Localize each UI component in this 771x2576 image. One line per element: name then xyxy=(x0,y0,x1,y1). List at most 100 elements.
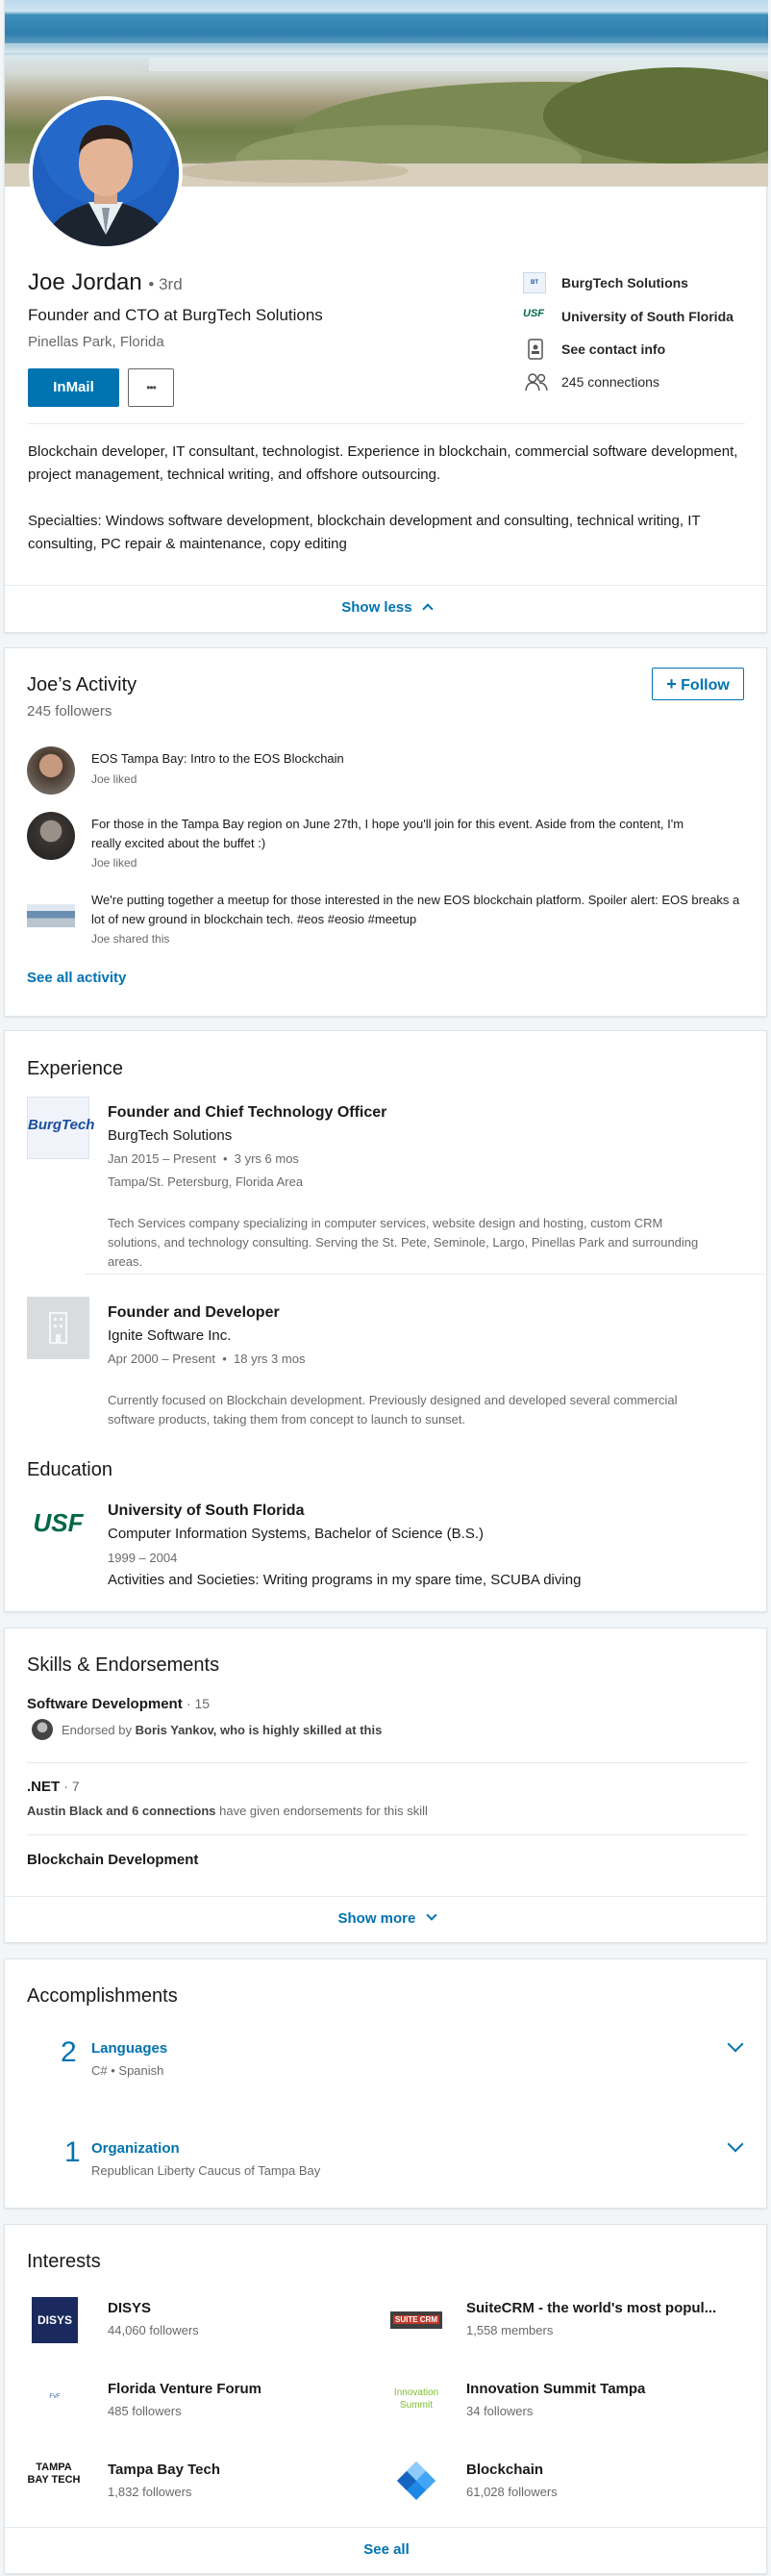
chevron-up-icon xyxy=(422,603,434,615)
burgtech-logo-icon: BT xyxy=(523,272,546,293)
activity-text: For those in the Tampa Bay region on Jun… xyxy=(91,817,684,850)
interest-followers: 485 followers xyxy=(108,2404,182,2418)
show-less-label: Show less xyxy=(341,599,412,616)
job-description: Currently focused on Blockchain developm… xyxy=(108,1393,678,1427)
skill-name: Software Development · 15 xyxy=(27,1696,210,1712)
job-dates: Apr 2000 – Present • 18 yrs 3 mos xyxy=(108,1351,306,1366)
accomplishment-languages[interactable]: 2 Languages C# • Spanish xyxy=(27,2034,748,2102)
interest-item[interactable]: TAMPA BAY TECH Tampa Bay Tech 1,832 foll… xyxy=(27,2454,373,2508)
usf-logo-icon: USF xyxy=(523,308,544,319)
activity-card: Joe’s Activity 245 followers + Follow EO… xyxy=(4,647,767,1017)
interest-followers: 1,558 members xyxy=(466,2323,554,2337)
skill-item[interactable]: .NET · 7 Austin Black and 6 connections … xyxy=(27,1779,748,1827)
interest-name: SuiteCRM - the world's most popul... xyxy=(466,2300,717,2316)
about-paragraph-1: Blockchain developer, IT consultant, tec… xyxy=(28,443,738,483)
experience-title: Experience xyxy=(27,1058,124,1079)
interests-title: Interests xyxy=(27,2251,101,2272)
follow-button[interactable]: + Follow xyxy=(652,668,744,700)
experience-item[interactable]: Founder and Developer Ignite Software In… xyxy=(27,1297,748,1451)
interest-name: Florida Venture Forum xyxy=(108,2381,262,2397)
activity-meta: Joe shared this xyxy=(91,932,170,946)
education-school: University of South Florida xyxy=(108,1503,305,1519)
interest-item[interactable]: DISYS DISYS 44,060 followers xyxy=(27,2292,373,2346)
interest-followers: 34 followers xyxy=(466,2404,534,2418)
follow-label: Follow xyxy=(681,677,730,694)
show-less-button[interactable]: Show less xyxy=(5,585,768,631)
job-description: Tech Services company specializing in co… xyxy=(108,1216,699,1269)
endorse-name: Austin Black and 6 connections xyxy=(27,1804,216,1818)
skill-item[interactable]: Blockchain Development xyxy=(27,1852,748,1875)
plus-icon: + xyxy=(666,674,677,694)
interest-item[interactable]: FVF Florida Venture Forum 485 followers xyxy=(27,2373,373,2427)
avatar xyxy=(27,812,75,860)
profile-name: Joe Jordan • 3rd xyxy=(28,269,183,296)
more-actions-button[interactable]: ••• xyxy=(128,368,174,407)
education-activities: Activities and Societies: Writing progra… xyxy=(108,1572,582,1588)
see-all-activity-link[interactable]: See all activity xyxy=(27,970,126,986)
activity-item[interactable]: EOS Tampa Bay: Intro to the EOS Blockcha… xyxy=(27,746,748,800)
burgtech-logo-text: BurgTech xyxy=(28,1117,95,1133)
profile-location: Pinellas Park, Florida xyxy=(28,334,164,350)
divider xyxy=(86,1274,768,1275)
endorse-prefix: Endorsed by xyxy=(62,1723,136,1737)
interest-name: Blockchain xyxy=(466,2462,544,2478)
accomplishment-count: 2 xyxy=(61,2036,77,2068)
activity-thumbnail xyxy=(27,904,75,927)
accomplishment-detail: Republican Liberty Caucus of Tampa Bay xyxy=(91,2163,321,2178)
blockchain-logo-icon xyxy=(397,2462,435,2500)
activity-item[interactable]: We're putting together a meetup for thos… xyxy=(27,889,748,947)
burgtech-logo-icon: BurgTech xyxy=(27,1097,95,1159)
activity-item[interactable]: For those in the Tampa Bay region on Jun… xyxy=(27,810,748,877)
innovation-summit-logo-icon: Innovation Summit xyxy=(393,2387,439,2411)
connection-degree: • 3rd xyxy=(148,275,183,293)
endorse-suffix: have given endorsements for this skill xyxy=(215,1804,428,1818)
see-all-interests-button[interactable]: See all xyxy=(5,2527,768,2573)
experience-card: Experience BurgTech Founder and Chief Te… xyxy=(4,1030,768,1612)
activity-text: We're putting together a meetup for thos… xyxy=(91,893,740,926)
chevron-down-icon[interactable] xyxy=(727,2135,744,2153)
skills-title: Skills & Endorsements xyxy=(27,1654,220,1676)
skill-name-label: Software Development xyxy=(27,1696,183,1712)
job-date-range: Apr 2000 – Present xyxy=(108,1351,216,1366)
company-placeholder-icon xyxy=(27,1297,89,1359)
chevron-down-icon[interactable] xyxy=(727,2035,744,2053)
divider xyxy=(27,1834,748,1835)
profile-avatar[interactable] xyxy=(29,96,183,250)
inmail-button[interactable]: InMail xyxy=(28,368,119,407)
divider xyxy=(28,423,745,424)
suitecrm-logo-icon: SUITE CRM xyxy=(390,2311,442,2329)
activity-meta: Joe liked xyxy=(91,856,137,870)
skill-name: Blockchain Development xyxy=(27,1852,199,1868)
tampa-bay-tech-logo-icon: TAMPA BAY TECH xyxy=(27,2462,81,2486)
accomplishment-organization[interactable]: 1 Organization Republican Liberty Caucus… xyxy=(27,2134,748,2202)
profile-headline: Founder and CTO at BurgTech Solutions xyxy=(28,306,323,324)
about-paragraph-2: Specialties: Windows software developmen… xyxy=(28,513,701,552)
side-connections-label: 245 connections xyxy=(561,374,659,390)
show-more-label: Show more xyxy=(337,1910,416,1927)
interest-item[interactable]: SUITE CRM SuiteCRM - the world's most po… xyxy=(386,2292,751,2346)
connections-icon xyxy=(525,373,548,391)
avatar xyxy=(27,746,75,795)
florida-venture-forum-logo-icon: FVF xyxy=(49,2394,61,2400)
job-date-range: Jan 2015 – Present xyxy=(108,1151,216,1166)
interest-followers: 44,060 followers xyxy=(108,2323,199,2337)
name-text: Joe Jordan xyxy=(28,269,142,295)
interest-name: Innovation Summit Tampa xyxy=(466,2381,646,2397)
endorse-name: Boris Yankov, who is highly skilled at t… xyxy=(135,1723,383,1737)
education-item[interactable]: USF University of South Florida Computer… xyxy=(27,1497,748,1593)
skill-item[interactable]: Software Development · 15 Endorsed by Bo… xyxy=(27,1696,748,1755)
experience-item[interactable]: BurgTech Founder and Chief Technology Of… xyxy=(27,1097,748,1318)
job-company: BurgTech Solutions xyxy=(108,1127,233,1144)
skill-count: · 15 xyxy=(186,1696,211,1711)
interest-item[interactable]: Blockchain 61,028 followers xyxy=(386,2454,751,2508)
interest-item[interactable]: Innovation Summit Innovation Summit Tamp… xyxy=(386,2373,751,2427)
chevron-down-icon xyxy=(425,1909,437,1921)
interests-card: Interests DISYS DISYS 44,060 followers S… xyxy=(4,2224,768,2574)
education-years: 1999 – 2004 xyxy=(108,1551,178,1565)
suitecrm-logo-text: SUITE CRM xyxy=(393,2315,439,2324)
contact-card-icon xyxy=(528,339,543,360)
show-more-button[interactable]: Show more xyxy=(5,1896,768,1942)
divider xyxy=(27,1762,748,1763)
skill-count: · 7 xyxy=(63,1779,80,1794)
interest-followers: 1,832 followers xyxy=(108,2485,192,2499)
